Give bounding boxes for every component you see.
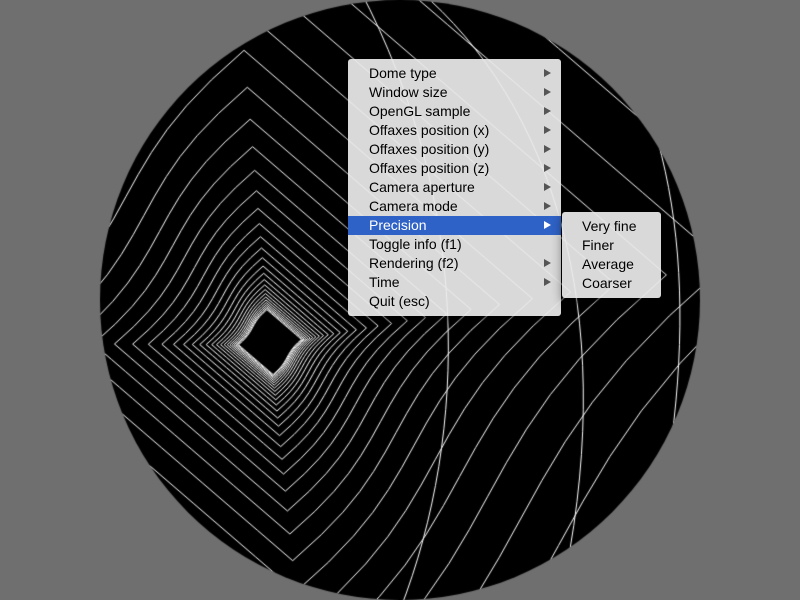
menu-item-precision[interactable]: Precision <box>348 216 561 235</box>
submenu-arrow-icon <box>544 69 551 77</box>
menu-item-offaxes-x[interactable]: Offaxes position (x) <box>348 121 561 140</box>
menu-item-opengl-sample[interactable]: OpenGL sample <box>348 102 561 121</box>
submenu-item-coarser[interactable]: Coarser <box>562 274 661 293</box>
menu-item-camera-mode[interactable]: Camera mode <box>348 197 561 216</box>
submenu-item-very-fine[interactable]: Very fine <box>562 217 661 236</box>
menu-item-camera-aperture[interactable]: Camera aperture <box>348 178 561 197</box>
menu-item-label: Finer <box>582 237 614 253</box>
menu-item-label: Offaxes position (z) <box>369 160 490 176</box>
submenu-arrow-icon <box>544 183 551 191</box>
menu-item-label: Very fine <box>582 218 637 234</box>
submenu-arrow-icon <box>544 278 551 286</box>
menu-item-quit[interactable]: Quit (esc) <box>348 292 561 311</box>
menu-item-label: Rendering (f2) <box>369 255 459 271</box>
menu-item-dome-type[interactable]: Dome type <box>348 64 561 83</box>
menu-item-label: Offaxes position (x) <box>369 122 490 138</box>
menu-item-label: Toggle info (f1) <box>369 236 462 252</box>
menu-item-offaxes-z[interactable]: Offaxes position (z) <box>348 159 561 178</box>
submenu-arrow-icon <box>544 259 551 267</box>
submenu-arrow-icon <box>544 145 551 153</box>
precision-submenu: Very fine Finer Average Coarser <box>562 212 661 298</box>
menu-item-label: Dome type <box>369 65 437 81</box>
menu-item-label: Offaxes position (y) <box>369 141 490 157</box>
menu-item-rendering[interactable]: Rendering (f2) <box>348 254 561 273</box>
menu-item-offaxes-y[interactable]: Offaxes position (y) <box>348 140 561 159</box>
submenu-item-average[interactable]: Average <box>562 255 661 274</box>
context-menu: Dome type Window size OpenGL sample Offa… <box>348 59 561 316</box>
menu-item-label: Camera aperture <box>369 179 475 195</box>
menu-item-label: Quit (esc) <box>369 293 430 309</box>
submenu-arrow-icon <box>544 88 551 96</box>
menu-item-label: Camera mode <box>369 198 458 214</box>
menu-item-label: Average <box>582 256 634 272</box>
menu-item-window-size[interactable]: Window size <box>348 83 561 102</box>
submenu-arrow-icon <box>544 164 551 172</box>
submenu-arrow-icon <box>544 126 551 134</box>
menu-item-time[interactable]: Time <box>348 273 561 292</box>
menu-item-label: Window size <box>369 84 448 100</box>
submenu-item-finer[interactable]: Finer <box>562 236 661 255</box>
menu-item-toggle-info[interactable]: Toggle info (f1) <box>348 235 561 254</box>
submenu-arrow-icon <box>544 221 551 229</box>
menu-item-label: Coarser <box>582 275 632 291</box>
menu-item-label: OpenGL sample <box>369 103 471 119</box>
menu-item-label: Precision <box>369 217 427 233</box>
menu-item-label: Time <box>369 274 400 290</box>
submenu-arrow-icon <box>544 202 551 210</box>
submenu-arrow-icon <box>544 107 551 115</box>
